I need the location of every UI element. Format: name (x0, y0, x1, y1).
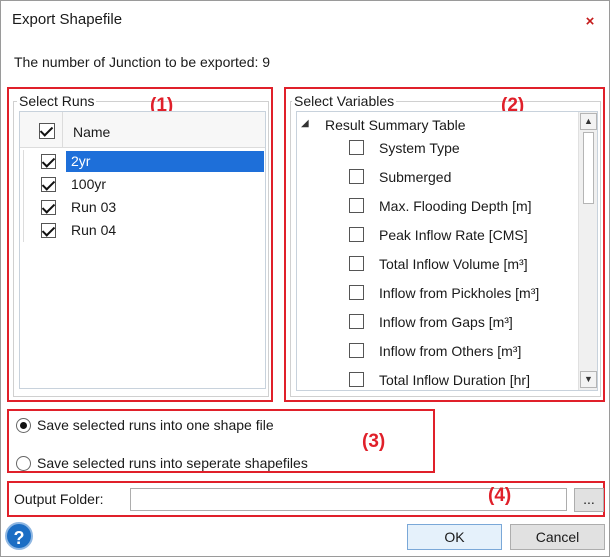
var-checkbox-total-inflow-duration[interactable] (349, 372, 364, 387)
run-row-100yr[interactable]: 100yr (20, 173, 265, 196)
ok-button[interactable]: OK (407, 524, 502, 550)
variables-scrollbar[interactable]: ▲ ▼ (578, 112, 597, 390)
run-row-selection (66, 151, 264, 172)
output-folder-label: Output Folder: (14, 491, 104, 507)
run-row-run-04[interactable]: Run 04 (20, 219, 265, 242)
save-separate-files-radio[interactable] (16, 456, 31, 471)
run-label: Run 04 (71, 222, 117, 238)
runs-legend: Select Runs (17, 93, 97, 109)
var-label: Inflow from Pickholes [m³] (379, 285, 540, 301)
run-checkbox-run-04[interactable] (41, 223, 56, 238)
run-label: 2yr (71, 153, 91, 169)
run-checkbox-run-03[interactable] (41, 200, 56, 215)
var-checkbox-system-type[interactable] (349, 140, 364, 155)
variables-legend: Select Variables (292, 93, 397, 109)
runs-grid-header (20, 112, 265, 148)
name-column-header[interactable]: Name (73, 124, 110, 140)
var-checkbox-inflow-from-others[interactable] (349, 343, 364, 358)
var-label: Inflow from Gaps [m³] (379, 314, 513, 330)
scroll-up-icon[interactable]: ▲ (580, 113, 597, 130)
run-row-2yr[interactable]: 2yr (20, 150, 265, 173)
run-checkbox-100yr[interactable] (41, 177, 56, 192)
var-label: Total Inflow Volume [m³] (379, 256, 528, 272)
runs-grid: Name 2yr 100yr Run 03 Run 04 (19, 111, 266, 389)
var-label: Total Inflow Duration [hr] (379, 372, 530, 388)
var-label: Peak Inflow Rate [CMS] (379, 227, 528, 243)
scroll-thumb[interactable] (583, 132, 594, 204)
browse-folder-button[interactable]: ... (574, 488, 604, 512)
cancel-button[interactable]: Cancel (510, 524, 605, 550)
help-icon[interactable]: ? (5, 522, 33, 550)
var-checkbox-peak-inflow-rate[interactable] (349, 227, 364, 242)
select-all-runs-checkbox[interactable] (39, 123, 55, 139)
save-one-file-label[interactable]: Save selected runs into one shape file (37, 417, 274, 433)
run-row-run-03[interactable]: Run 03 (20, 196, 265, 219)
save-one-file-radio[interactable] (16, 418, 31, 433)
var-label: Max. Flooding Depth [m] (379, 198, 532, 214)
var-checkbox-max-flooding-depth[interactable] (349, 198, 364, 213)
close-icon[interactable]: × (579, 11, 601, 33)
var-checkbox-total-inflow-volume[interactable] (349, 256, 364, 271)
save-mode-marker: (3) (362, 431, 386, 452)
run-label: 100yr (71, 176, 107, 192)
junction-count-text: The number of Junction to be exported: 9 (14, 54, 271, 70)
header-divider (62, 112, 63, 148)
var-label: Inflow from Others [m³] (379, 343, 522, 359)
scroll-down-icon[interactable]: ▼ (580, 371, 597, 388)
output-marker: (4) (488, 485, 512, 506)
var-checkbox-inflow-from-pickholes[interactable] (349, 285, 364, 300)
var-label: System Type (379, 140, 460, 156)
result-summary-table-node[interactable]: Result Summary Table (325, 117, 466, 133)
var-checkbox-inflow-from-gaps[interactable] (349, 314, 364, 329)
row-header-line (23, 150, 24, 242)
dialog-title: Export Shapefile (12, 11, 123, 28)
run-label: Run 03 (71, 199, 117, 215)
run-checkbox-2yr[interactable] (41, 154, 56, 169)
expand-triangle-icon[interactable]: ◢ (301, 118, 309, 129)
export-shapefile-dialog: Export Shapefile × The number of Junctio… (0, 0, 610, 557)
var-label: Submerged (379, 169, 452, 185)
variables-tree: ◢ Result Summary Table System Type Subme… (296, 111, 598, 391)
save-separate-files-label[interactable]: Save selected runs into seperate shapefi… (37, 455, 308, 471)
var-checkbox-submerged[interactable] (349, 169, 364, 184)
